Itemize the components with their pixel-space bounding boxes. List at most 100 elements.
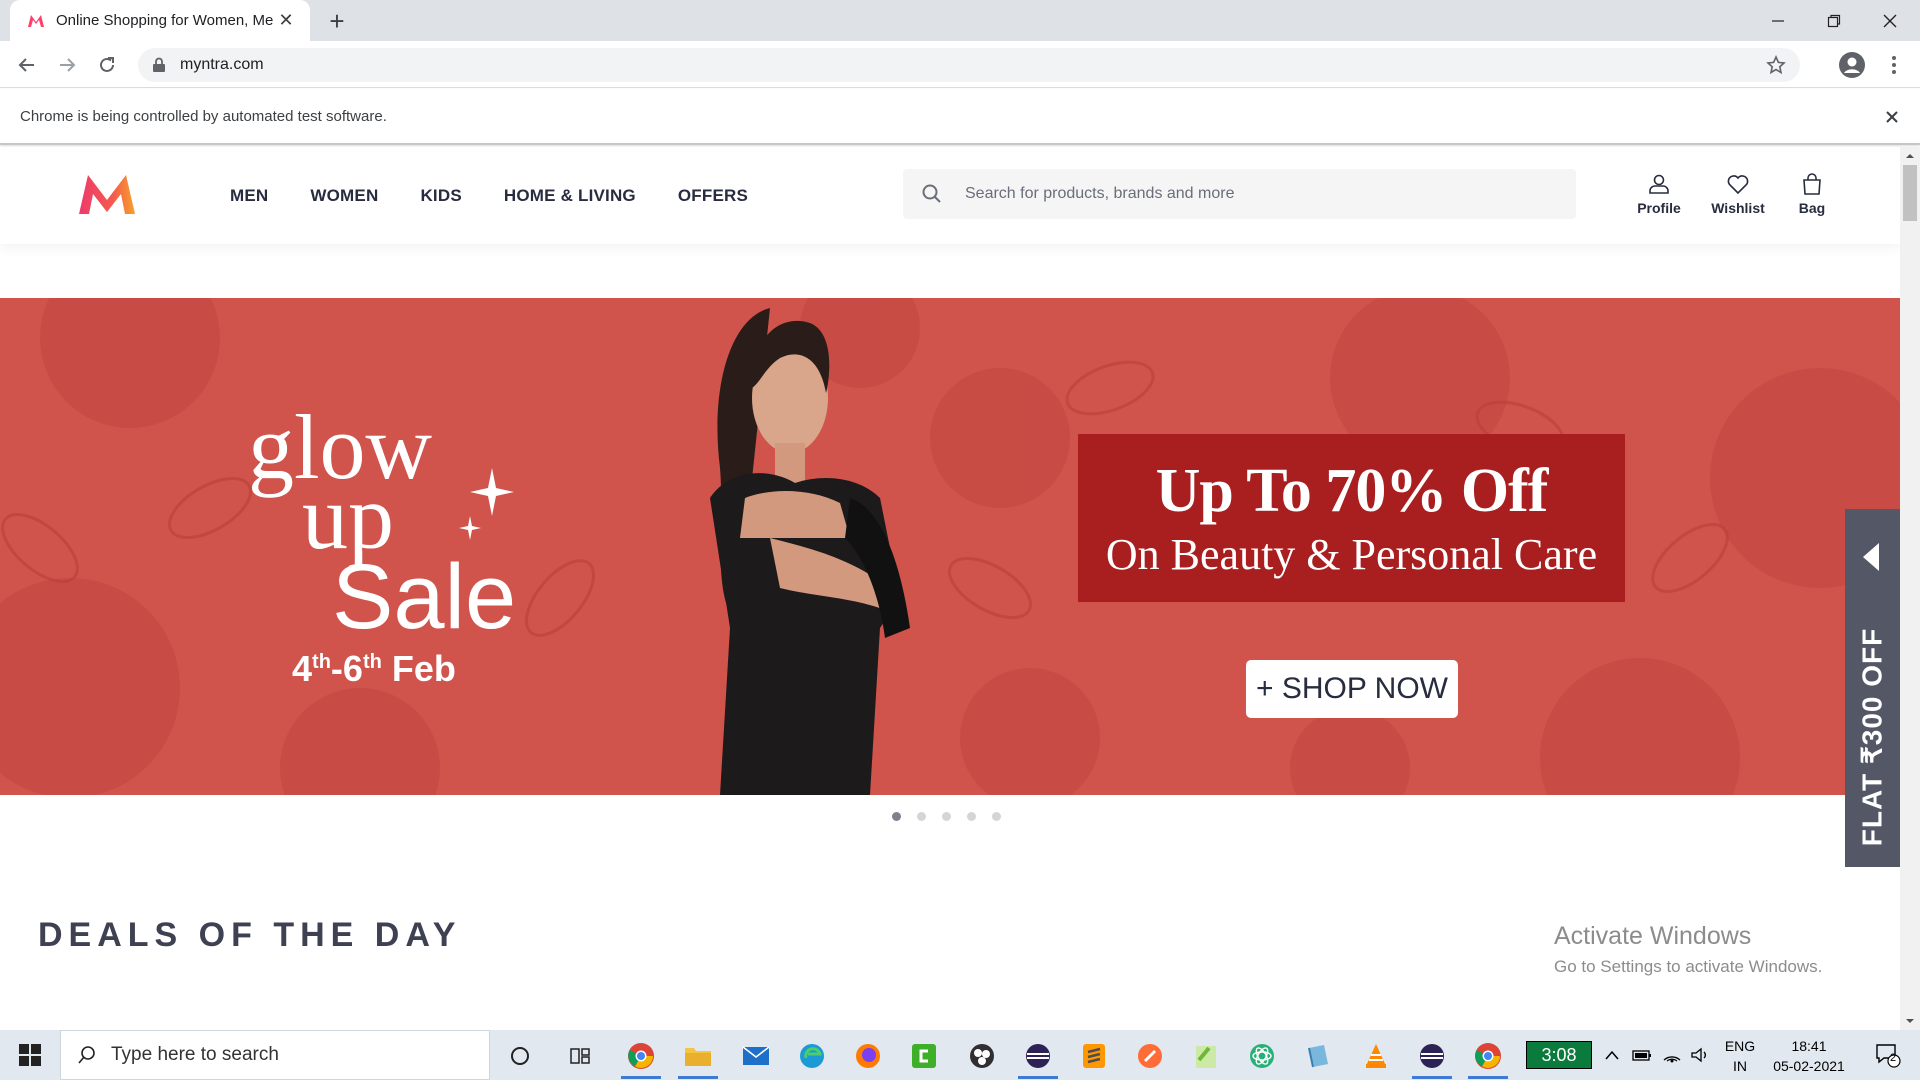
speaker-icon [1691,1047,1706,1063]
chevron-up-icon [1605,1050,1619,1060]
eclipse-icon [1420,1044,1444,1068]
tab-close-icon[interactable]: ✕ [276,10,296,31]
edge-icon [800,1044,824,1068]
task-view-button[interactable] [560,1036,600,1076]
bag-link[interactable]: Bag [1777,172,1847,216]
notification-center-button[interactable]: 2 [1868,1030,1908,1080]
taskbar-vlc[interactable] [1356,1036,1396,1076]
taskbar-edge[interactable] [792,1036,832,1076]
carousel-dot[interactable] [942,812,951,821]
reload-button[interactable] [90,48,124,82]
back-button[interactable] [10,48,44,82]
battery-indicator[interactable] [1630,1030,1654,1080]
watermark-line1: Activate Windows [1554,922,1752,950]
taskbar-app-blue[interactable] [1298,1036,1338,1076]
page-viewport: MEN WOMEN KIDS HOME & LIVING OFFERS Prof… [0,147,1920,1030]
new-tab-button[interactable]: + [322,6,352,36]
carousel-dot[interactable] [917,812,926,821]
sublime-icon [1083,1044,1105,1068]
minimize-icon [1772,19,1784,22]
wishlist-link[interactable]: Wishlist [1703,172,1773,216]
taskbar-obs[interactable] [962,1036,1002,1076]
restore-icon [1827,14,1841,27]
windows-taskbar: Type here to search 3:08 ENG IN 18:41 05… [0,1030,1920,1080]
taskbar-postman[interactable] [1130,1036,1170,1076]
forward-button[interactable] [50,48,84,82]
glow-up-sale-title: glow up Sale [248,398,516,648]
scroll-up-icon[interactable] [1905,151,1915,161]
taskbar-search[interactable]: Type here to search [60,1030,490,1080]
folder-icon [685,1048,711,1066]
close-window-button[interactable] [1862,0,1918,41]
taskbar-firefox[interactable] [848,1036,888,1076]
carousel-dot[interactable] [967,812,976,821]
flat-offer-tab[interactable]: FLAT ₹300 OFF [1845,509,1900,867]
nav-offers[interactable]: OFFERS [678,186,748,206]
atom-icon [1250,1044,1274,1068]
address-bar[interactable]: myntra.com [138,48,1800,82]
wifi-indicator[interactable] [1660,1030,1684,1080]
hero-banner[interactable]: glow up Sale 4th-6th Feb Up To 70% Off O… [0,298,1900,795]
tray-overflow-button[interactable] [1600,1030,1624,1080]
language-code: ENG [1724,1038,1756,1054]
taskbar-atom[interactable] [1242,1036,1282,1076]
taskbar-file-explorer[interactable] [678,1036,718,1079]
clock-date: 05-02-2021 [1773,1058,1845,1074]
clock-time: 18:41 [1791,1038,1827,1054]
volume-indicator[interactable] [1688,1030,1712,1080]
search-icon [78,1046,95,1064]
automation-infobar: Chrome is being controlled by automated … [0,89,1920,145]
taskbar-sublime[interactable] [1074,1036,1114,1076]
search-input[interactable] [965,185,1525,203]
infobar-close-icon[interactable] [1882,107,1902,127]
battery-icon [1632,1050,1651,1061]
carousel-dot[interactable] [892,812,901,821]
nav-men[interactable]: MEN [230,186,268,206]
taskbar-chrome-app[interactable] [621,1036,661,1079]
nav-kids[interactable]: KIDS [420,186,461,206]
taskbar-chrome-app-2[interactable] [1468,1036,1508,1079]
start-button[interactable] [0,1030,60,1080]
shop-now-button[interactable]: + SHOP NOW [1246,660,1458,718]
search-box [903,169,1576,219]
restore-button[interactable] [1806,0,1862,41]
site-header: MEN WOMEN KIDS HOME & LIVING OFFERS Prof… [0,147,1900,244]
browser-menu-button[interactable] [1880,51,1908,79]
chrome-icon [628,1043,654,1069]
region-code: IN [1733,1058,1747,1074]
wifi-icon [1663,1056,1681,1063]
tab-title: Online Shopping for Women, Me [56,12,274,29]
browser-tab[interactable]: Online Shopping for Women, Me ✕ [10,0,310,41]
system-clock[interactable]: 18:41 05-02-2021 [1764,1036,1854,1076]
myntra-logo[interactable] [76,172,138,216]
bookmark-star-icon[interactable] [1766,55,1786,75]
notification-icon [1876,1044,1901,1068]
timer-widget[interactable]: 3:08 [1526,1041,1592,1069]
minimize-button[interactable] [1750,0,1806,41]
taskbar-camtasia[interactable] [904,1036,944,1076]
page-scrollbar[interactable] [1900,147,1920,1030]
account-circle-icon[interactable] [1838,51,1866,79]
postman-icon [1138,1044,1162,1068]
sparkle-icon [470,468,514,516]
wishlist-label: Wishlist [1711,200,1765,216]
taskbar-eclipse[interactable] [1018,1036,1058,1079]
carousel-dot[interactable] [992,812,1001,821]
profile-link[interactable]: Profile [1624,172,1694,216]
sale-title-line3: Sale [332,546,516,648]
notification-count: 2 [1890,1052,1897,1064]
taskbar-eclipse-2[interactable] [1412,1036,1452,1079]
chrome-icon [1475,1043,1501,1069]
nav-home-living[interactable]: HOME & LIVING [504,186,636,206]
cortana-button[interactable] [500,1036,540,1076]
back-arrow-icon [18,58,34,72]
browser-toolbar: myntra.com [0,41,1920,88]
primary-navigation: MEN WOMEN KIDS HOME & LIVING OFFERS [230,147,790,244]
scroll-thumb[interactable] [1903,165,1917,221]
nav-women[interactable]: WOMEN [310,186,378,206]
offer-headline: Up To 70% Off [1155,457,1549,525]
scroll-down-icon[interactable] [1905,1016,1915,1026]
language-indicator[interactable]: ENG IN [1718,1036,1762,1076]
taskbar-mail[interactable] [736,1036,776,1076]
taskbar-notepadpp[interactable] [1186,1036,1226,1076]
